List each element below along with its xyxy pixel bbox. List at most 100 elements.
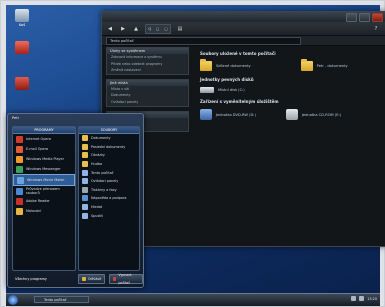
menu-item[interactable]: Windows Messenger (13, 164, 75, 174)
taskbar: Tento počítač 13:20 (6, 293, 380, 306)
folder-item[interactable]: Sdílené dokumenty (200, 59, 251, 71)
power-buttons: Odhlásit Vypnout počítač (78, 273, 143, 285)
menu-item[interactable]: Tento počítač (79, 168, 139, 177)
removable-drive-item[interactable]: Jednotka CD-ROM (E:) (285, 109, 341, 120)
menu-item[interactable]: Dokumenty (79, 134, 139, 143)
all-programs-button[interactable]: Všechny programy (12, 275, 74, 283)
panel-link[interactable]: Přidat nebo odebrat programy (107, 61, 188, 68)
folder-icon (300, 59, 313, 71)
content-area: Soubory uložené v tomto počítači Sdílené… (200, 47, 382, 242)
help-icon (82, 195, 88, 202)
menu-item-label: Windows Messenger (26, 167, 61, 171)
recent-documents-icon (82, 143, 88, 150)
views-button[interactable]: ▤ (176, 25, 184, 33)
title-bar[interactable] (102, 12, 385, 22)
transfer-wizard-icon (16, 187, 23, 195)
menu-item[interactable]: E-mail Opera (13, 144, 75, 154)
music-icon (82, 161, 88, 168)
menu-item-label: Poslední dokumenty (91, 144, 126, 149)
forward-button[interactable]: ▶ (119, 25, 127, 33)
drive-icon (200, 87, 214, 93)
logoff-button[interactable]: Odhlásit (78, 274, 106, 284)
menu-item-label: Spustit (91, 213, 103, 218)
menu-item-label: Tento počítač (91, 170, 114, 175)
search-icon (82, 204, 88, 211)
panel-link[interactable]: Zobrazit informace o systému (107, 54, 188, 61)
removable-drive-item[interactable]: Jednotka DVD-RW (D:) (200, 109, 256, 120)
shutdown-button[interactable]: Vypnout počítač (109, 273, 143, 285)
panel-link[interactable]: Místa v síti (107, 86, 188, 93)
menu-item-label: Hledat (91, 205, 103, 210)
item-row: Jednotka DVD-RW (D:) Jednotka CD-ROM (E:… (200, 109, 382, 120)
help-button[interactable]: ? (372, 25, 380, 33)
close-button[interactable] (372, 13, 383, 22)
menu-item[interactable]: Průvodce přenosem souborů (13, 186, 75, 196)
volume-icon[interactable] (359, 296, 365, 301)
computer-icon (82, 169, 88, 176)
desktop-icon-program[interactable] (9, 77, 35, 90)
section-title: Zařízení s vyměnitelným úložištěm (200, 99, 279, 104)
menu-item[interactable]: Poslední dokumenty (79, 143, 139, 152)
menu-item[interactable]: Windows Media Player (13, 154, 75, 164)
menu-item[interactable]: Adobe Reader (13, 196, 75, 206)
cd-drive-icon (285, 109, 298, 120)
item-row: Sdílené dokumenty Petr - dokumenty (200, 59, 382, 71)
run-icon (82, 212, 88, 219)
menu-item-label: Tiskárny a faxy (91, 187, 117, 192)
opera-icon (16, 135, 23, 143)
back-button[interactable]: ◀ (106, 25, 114, 33)
menu-item[interactable]: Ovládací panely (79, 177, 139, 186)
menu-item-label: Malování (26, 209, 42, 213)
panel-link[interactable]: Změnit nastavení (107, 67, 188, 74)
item-label: Místní disk (C:) (218, 88, 245, 92)
movie-maker-icon (17, 176, 24, 184)
clock[interactable]: 13:20 (367, 297, 377, 301)
menu-item-label: Nápověda a podpora (91, 196, 127, 201)
panel-link[interactable]: Dokumenty (107, 92, 188, 99)
recycle-bin-icon (15, 9, 29, 22)
menu-item[interactable]: Nápověda a podpora (79, 194, 139, 203)
panel-link[interactable]: Ovládací panely (107, 99, 188, 106)
menu-item-selected[interactable]: Windows Movie Maker (13, 174, 75, 186)
item-label: Sdílené dokumenty (216, 64, 251, 68)
menu-item-label: Windows Movie Maker (27, 178, 65, 182)
menu-item-label: Hudba (91, 162, 103, 167)
menu-item[interactable]: Obrázky (79, 151, 139, 160)
side-panel-system-tasks: Úlohy se systémem Zobrazit informace o s… (106, 47, 189, 75)
item-row: Místní disk (C:) (200, 87, 382, 93)
maximize-button[interactable] (359, 13, 370, 22)
network-icon[interactable] (351, 296, 357, 301)
search-icon: Q (148, 26, 152, 31)
desktop-icon-recycle-bin[interactable]: Koš (9, 9, 35, 27)
address-field[interactable]: Tento počítač (106, 36, 301, 45)
folder-item[interactable]: Petr - dokumenty (300, 59, 348, 71)
taskbar-button-explorer[interactable]: Tento počítač (34, 296, 89, 303)
menu-item[interactable]: Hudba (79, 160, 139, 169)
menu-item-label: Dokumenty (91, 136, 111, 141)
desktop-icon-program[interactable] (9, 41, 35, 54)
column-header: SOUBORY (79, 127, 139, 134)
up-folder-icon[interactable]: ▲ (132, 25, 140, 33)
minimize-button[interactable] (346, 13, 357, 22)
column-header: PROGRAMY (13, 127, 75, 134)
menu-item[interactable]: Tiskárny a faxy (79, 186, 139, 195)
shutdown-label: Vypnout počítač (118, 273, 132, 285)
drive-item[interactable]: Místní disk (C:) (200, 87, 245, 93)
start-menu: Petr PROGRAMY Internet Opera E-mail Oper… (7, 113, 144, 288)
programs-column: PROGRAMY Internet Opera E-mail Opera Win… (12, 126, 76, 271)
search-button[interactable]: Q ▢ ▢ (145, 23, 171, 34)
menu-item[interactable]: Malování (13, 206, 75, 216)
item-label: Petr - dokumenty (316, 64, 348, 68)
start-button[interactable] (8, 295, 18, 305)
menu-item[interactable]: Hledat (79, 203, 139, 212)
program-icon (15, 77, 29, 90)
email-icon (16, 145, 23, 153)
menu-item[interactable]: Internet Opera (13, 134, 75, 144)
menu-item-label: Windows Media Player (26, 157, 65, 161)
address-bar: Tento počítač (102, 36, 385, 46)
logoff-label: Odhlásit (88, 277, 102, 281)
menu-item-label: E-mail Opera (26, 147, 49, 151)
menu-item[interactable]: Spustit (79, 211, 139, 220)
logoff-icon (82, 277, 86, 281)
user-name: Petr (12, 116, 20, 120)
